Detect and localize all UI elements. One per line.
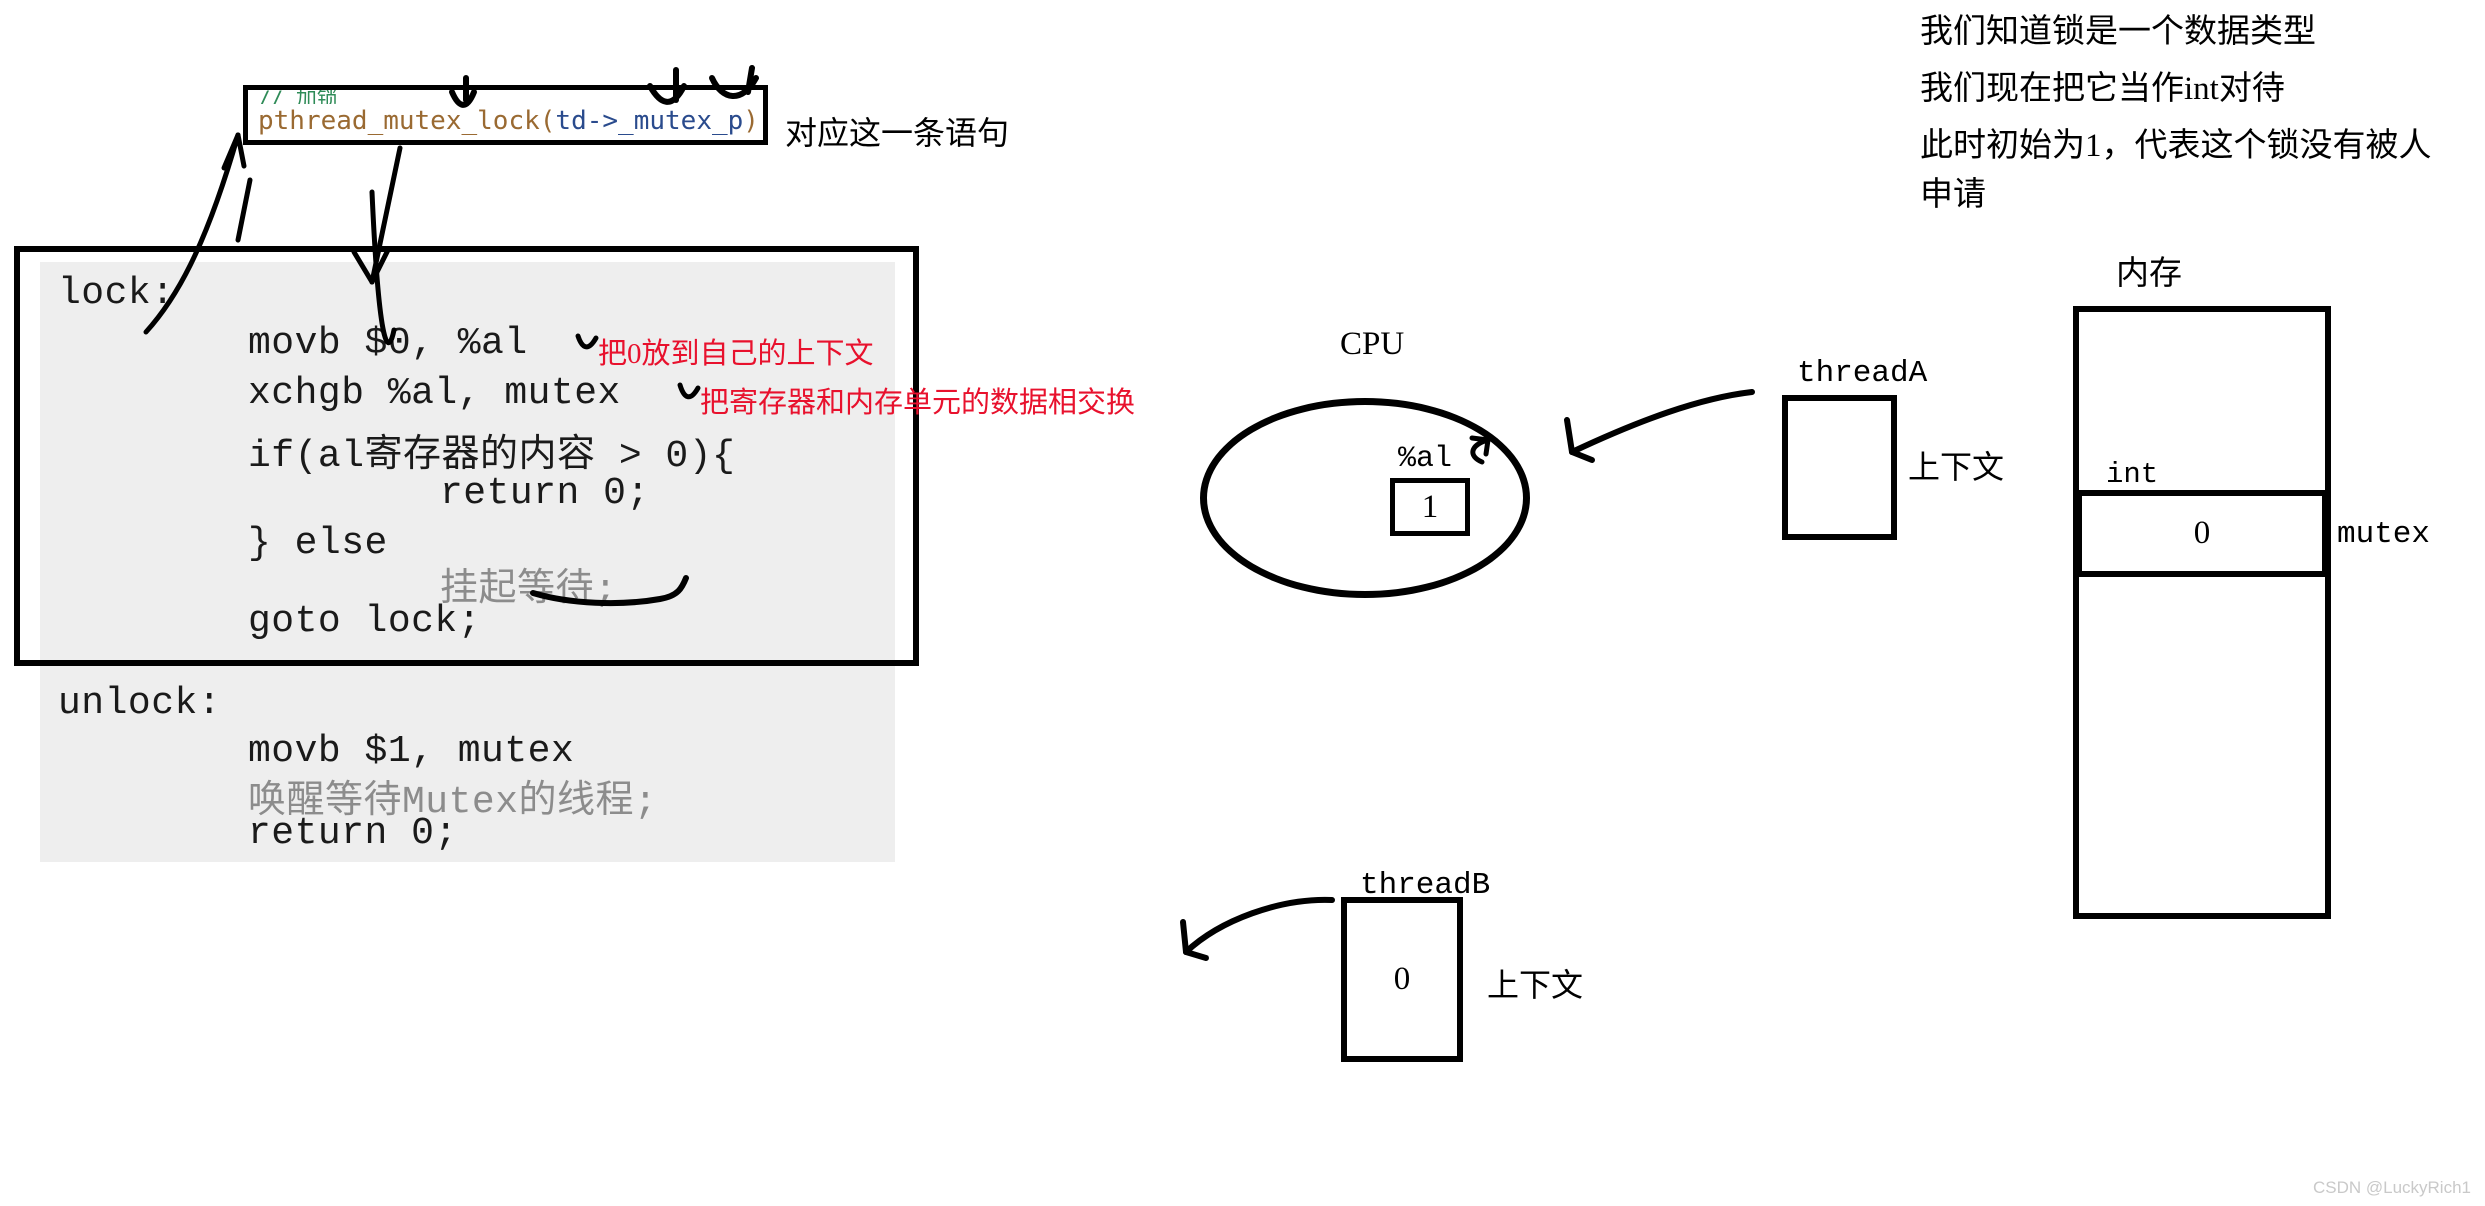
pseudocode-unlock-label: unlock: bbox=[58, 682, 222, 725]
arrow-threadB-left bbox=[1180, 896, 1335, 961]
memory-type-label: int bbox=[2106, 458, 2159, 491]
right-note-line-3: 此时初始为1，代表这个锁没有被人申请 bbox=[1920, 128, 2432, 213]
pseudocode-line-if: if(al寄存器的内容 > 0){ bbox=[248, 435, 736, 478]
red-annotation-xchgb: 把寄存器和内存单元的数据相交换 bbox=[700, 387, 1136, 419]
code-snippet-var: td-> bbox=[555, 106, 619, 136]
threadB-context-label: 上下文 bbox=[1487, 967, 1584, 1003]
snippet-note-label: 对应这一条语句 bbox=[785, 115, 1010, 151]
pseudocode-line-xchgb: xchgb %al, mutex bbox=[248, 372, 621, 415]
threadB-context-box: 0 bbox=[1341, 897, 1463, 1062]
right-notes-block: 我们知道锁是一个数据类型 我们现在把它当作int对待 此时初始为1，代表这个锁没… bbox=[1920, 8, 2460, 228]
pseudocode-line-return: return 0; bbox=[440, 472, 650, 515]
csdn-watermark: CSDN @LuckyRich1 bbox=[2312, 1178, 2471, 1197]
code-snippet-comment: // 加锁 bbox=[258, 90, 338, 104]
memory-mutex-cell: 0 bbox=[2076, 490, 2328, 577]
code-snippet-member: _mutex_p bbox=[618, 106, 744, 136]
memory-mutex-name: mutex bbox=[2337, 517, 2431, 552]
threadA-label: threadA bbox=[1797, 356, 1928, 391]
al-register-box: 1 bbox=[1390, 478, 1470, 536]
right-note-line-2: 我们现在把它当作int对待 bbox=[1920, 71, 2285, 107]
pseudocode-line-else: } else bbox=[248, 522, 388, 565]
code-snippet-box: // 加锁 pthread_mutex_lock(td->_mutex_p); bbox=[243, 85, 768, 145]
cpu-oval bbox=[1200, 398, 1530, 598]
pseudocode-lock-label: lock: bbox=[58, 272, 175, 315]
pseudocode-line-goto: goto lock; bbox=[248, 600, 482, 643]
threadA-context-box bbox=[1782, 395, 1897, 540]
al-register-label: %al bbox=[1398, 442, 1453, 476]
pseudocode-unlock-movb: movb $1, mutex bbox=[248, 730, 575, 773]
memory-label: 内存 bbox=[2116, 256, 2182, 292]
code-snippet-suffix: ); bbox=[743, 106, 763, 136]
pseudocode-unlock-return: return 0; bbox=[248, 812, 458, 855]
code-snippet-line: pthread_mutex_lock(td->_mutex_p); bbox=[248, 104, 763, 138]
threadA-context-label: 上下文 bbox=[1908, 449, 2005, 485]
arrow-threadA-to-cpu bbox=[1564, 389, 1755, 463]
cpu-label: CPU bbox=[1340, 326, 1405, 362]
code-snippet-call: pthread_mutex_lock( bbox=[258, 106, 556, 136]
pseudocode-line-movb: movb $0, %al bbox=[248, 322, 528, 365]
memory-box bbox=[2073, 306, 2331, 919]
red-annotation-movb: 把0放到自己的上下文 bbox=[598, 338, 874, 370]
right-note-line-1: 我们知道锁是一个数据类型 bbox=[1920, 14, 2316, 50]
